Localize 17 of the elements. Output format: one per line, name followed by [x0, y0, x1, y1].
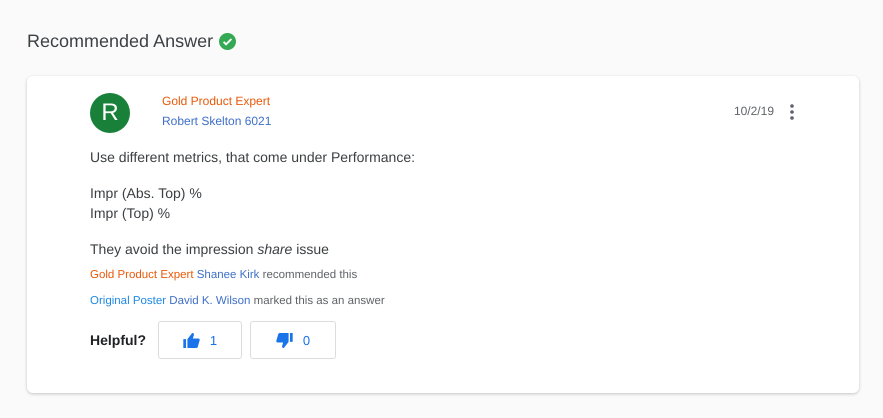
answer-paragraph: Impr (Abs. Top) % Impr (Top) %: [90, 184, 203, 223]
thumbs-up-icon: [182, 332, 200, 348]
post-date: 10/2/19: [734, 104, 774, 118]
thumbs-down-icon: [276, 332, 293, 348]
avatar: R: [90, 93, 130, 133]
thumbs-up-button[interactable]: 1: [158, 321, 242, 359]
more-menu-icon[interactable]: [790, 104, 794, 120]
answer-paragraph: Use different metrics, that come under Performance:: [90, 148, 416, 167]
thumbs-down-button[interactable]: 0: [250, 321, 336, 359]
answer-paragraph: They avoid the impression share issue: [90, 240, 330, 259]
credit-line: Gold Product Expert Shanee Kirk recommended this: [90, 269, 358, 281]
check-circle-icon: [219, 32, 236, 50]
helpful-label: Helpful?: [90, 332, 147, 348]
author-rank-label: Gold Product Expert: [162, 94, 272, 108]
credit-line: Original Poster David K. Wilson marked this as an answer: [90, 295, 386, 307]
author-link[interactable]: Robert Skelton 6021: [162, 114, 272, 128]
section-title: Recommended Answer: [27, 30, 214, 52]
